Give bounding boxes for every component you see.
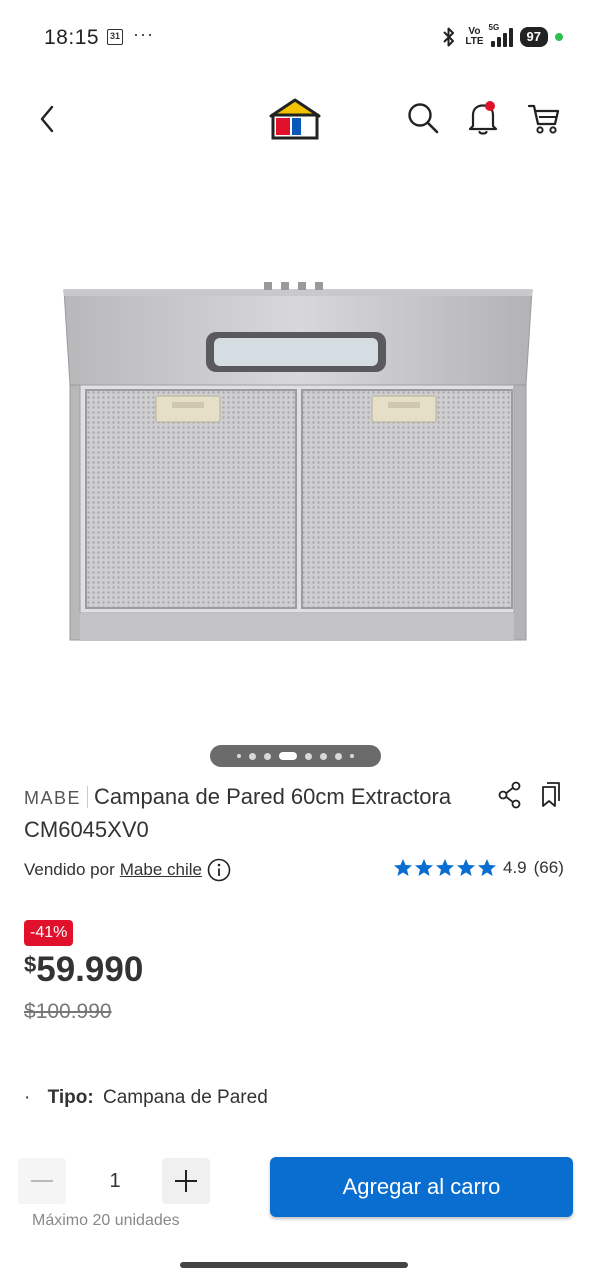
status-bar: 18:15 31 ··· Vo LTE 5G 97: [0, 0, 591, 76]
rating-stars: [393, 858, 497, 878]
carousel-dot[interactable]: [237, 754, 241, 758]
cart-icon[interactable]: [526, 100, 562, 136]
product-title: Campana de Pared 60cm Extractora CM6045X…: [24, 784, 452, 842]
plus-icon: [175, 1170, 197, 1192]
calendar-icon: 31: [107, 29, 123, 45]
current-price-value: 59.990: [36, 950, 144, 989]
product-image[interactable]: [56, 270, 536, 650]
carousel-dot[interactable]: [305, 752, 312, 760]
privacy-indicator-dot: [555, 33, 563, 41]
star-icon: [436, 859, 454, 876]
spec-bullet: ·: [24, 1087, 31, 1108]
product-rating[interactable]: 4.9 (66): [393, 858, 564, 878]
back-arrow-icon[interactable]: [34, 102, 62, 136]
carousel-dot[interactable]: [350, 754, 354, 758]
carousel-dot-active[interactable]: [279, 752, 297, 760]
home-indicator[interactable]: [180, 1262, 408, 1268]
store-logo-house-icon[interactable]: [268, 98, 322, 140]
seller-info: Vendido por Mabe chile: [24, 858, 231, 882]
spec-key: Tipo:: [47, 1087, 94, 1108]
brand-divider: [87, 786, 89, 808]
quantity-value[interactable]: 1: [100, 1170, 130, 1193]
spec-value: Campana de Pared: [102, 1087, 268, 1108]
quantity-increase-button[interactable]: [162, 1158, 210, 1204]
product-brand[interactable]: MABE: [24, 788, 81, 808]
carousel-dot[interactable]: [264, 752, 271, 760]
minus-icon: [31, 1180, 53, 1182]
search-icon[interactable]: [405, 100, 441, 136]
save-to-list-icon[interactable]: [538, 781, 564, 809]
spec-item: · Tipo: Campana de Pared: [24, 1087, 268, 1109]
star-icon: [457, 859, 475, 876]
bluetooth-icon: [443, 27, 455, 47]
image-carousel-indicator[interactable]: [210, 745, 381, 767]
original-price-currency: $: [24, 1000, 36, 1023]
rating-value: 4.9: [503, 858, 527, 877]
seller-link[interactable]: Mabe chile: [120, 860, 202, 880]
discount-badge: -41%: [24, 920, 74, 946]
original-price: $100.990: [24, 1000, 112, 1024]
notifications-bell-icon[interactable]: [466, 99, 500, 137]
volte-icon: Vo LTE: [465, 26, 484, 47]
currency-symbol: $: [24, 952, 37, 977]
current-price: $59.990: [24, 950, 143, 990]
star-icon: [478, 859, 496, 876]
seller-prefix: Vendido por: [24, 860, 115, 879]
status-time: 18:15: [44, 26, 100, 49]
star-icon: [415, 859, 433, 876]
carousel-dot[interactable]: [335, 752, 342, 760]
star-icon: [394, 859, 412, 876]
more-notifications-icon: ···: [133, 24, 154, 44]
status-icons: Vo LTE 5G 97: [440, 23, 563, 50]
battery-icon: 97: [519, 27, 548, 47]
original-price-value: 100.990: [35, 1000, 112, 1023]
add-to-cart-button[interactable]: Agregar al carro: [270, 1157, 573, 1217]
rating-count: (66): [533, 858, 564, 877]
top-navigation: [0, 86, 591, 152]
product-title-block: MABE Campana de Pared 60cm Extractora CM6…: [24, 781, 484, 845]
max-units-note: Máximo 20 unidades: [32, 1212, 180, 1229]
carousel-dot[interactable]: [249, 752, 256, 760]
carousel-dot[interactable]: [320, 752, 327, 760]
signal-icon: 5G: [489, 23, 513, 47]
quantity-decrease-button[interactable]: [18, 1158, 66, 1204]
info-icon[interactable]: [207, 858, 231, 882]
share-icon[interactable]: [497, 781, 523, 809]
